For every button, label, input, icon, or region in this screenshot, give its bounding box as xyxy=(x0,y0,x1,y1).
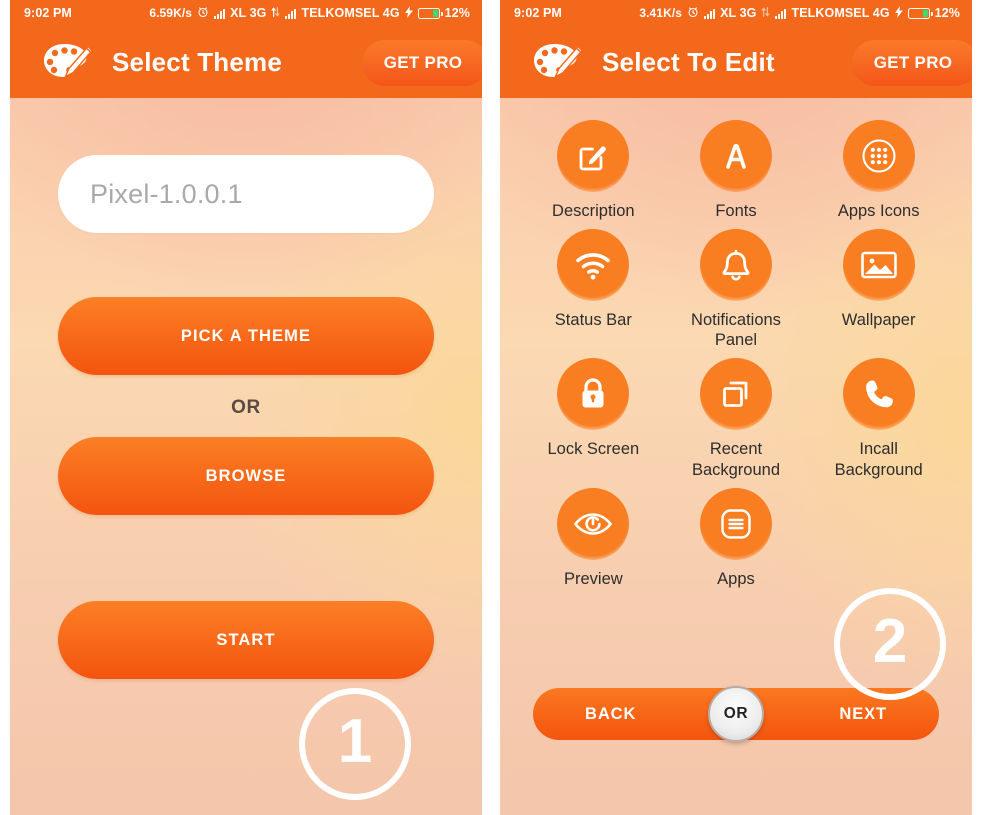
grid-item-label: Notifications Panel xyxy=(691,311,781,350)
get-pro-button[interactable]: GET PRO xyxy=(362,40,482,86)
theme-name-input[interactable]: Pixel-1.0.0.1 xyxy=(58,155,434,233)
lightning-bolt-icon xyxy=(404,5,413,21)
status-bar-sim1-label: XL 3G xyxy=(230,6,267,20)
status-bar-time: 9:02 PM xyxy=(514,6,562,20)
grid-item-label: Incall Background xyxy=(834,440,923,479)
status-bar-sim2-label: TELKOMSEL 4G xyxy=(791,6,890,20)
data-transfer-arrows-icon xyxy=(761,6,771,21)
grid-item-description[interactable]: Description xyxy=(522,120,665,221)
grid-item-label: Preview xyxy=(563,569,623,588)
data-transfer-arrows-icon xyxy=(271,6,281,21)
next-button[interactable]: NEXT xyxy=(839,705,887,724)
grid-item-status-bar[interactable]: Status Bar xyxy=(522,229,665,350)
battery-icon xyxy=(907,7,933,19)
screen-select-theme: 9:02 PM 6.59K/s XL 3G TELKOMSEL 4G 12% S… xyxy=(10,0,482,815)
edit-options-grid: Description Fonts Apps Icons Status Bar … xyxy=(500,98,972,597)
status-bar-sim1-label: XL 3G xyxy=(720,6,757,20)
grid-item-recent-background[interactable]: Recent Background xyxy=(665,358,808,479)
palette-icon xyxy=(532,42,584,82)
pick-a-theme-button[interactable]: PICK A THEME xyxy=(58,297,434,375)
grid-item-preview[interactable]: Preview xyxy=(522,487,665,589)
wifi-icon xyxy=(557,229,630,302)
or-knob-label: OR xyxy=(708,686,764,742)
get-pro-button[interactable]: GET PRO xyxy=(852,40,972,86)
phone-handset-icon xyxy=(842,358,915,431)
page-title: Select To Edit xyxy=(602,46,775,77)
app-drawer-grid-icon xyxy=(842,120,915,192)
app-header: Select Theme GET PRO xyxy=(10,26,482,98)
signal-bars-sim2-icon xyxy=(775,8,787,19)
status-bar-battery-percent: 12% xyxy=(444,6,470,20)
status-bar-time: 9:02 PM xyxy=(24,6,72,20)
signal-bars-sim2-icon xyxy=(285,8,297,19)
battery-icon xyxy=(417,7,443,19)
grid-item-label: Lock Screen xyxy=(547,440,640,459)
bell-icon xyxy=(699,229,772,302)
status-bar-battery-percent: 12% xyxy=(934,6,960,20)
grid-item-label: Fonts xyxy=(715,202,757,220)
app-header: Select To Edit GET PRO xyxy=(500,26,972,98)
browse-button[interactable]: BROWSE xyxy=(58,437,434,515)
edit-square-pencil-icon xyxy=(557,120,630,192)
step-badge-1-number: 1 xyxy=(337,707,373,776)
alarm-icon xyxy=(197,6,209,21)
lightning-bolt-icon xyxy=(894,5,903,21)
grid-item-label: Wallpaper xyxy=(841,311,916,330)
alarm-icon xyxy=(687,6,699,21)
back-button[interactable]: BACK xyxy=(585,705,636,724)
step-badge-2: 2 xyxy=(834,588,946,700)
grid-item-fonts[interactable]: Fonts xyxy=(665,120,808,221)
screenshot-stage: 9:02 PM 6.59K/s XL 3G TELKOMSEL 4G 12% S… xyxy=(0,0,982,815)
signal-bars-sim1-icon xyxy=(214,8,226,19)
grid-item-label: Apps Icons xyxy=(837,202,920,220)
grid-item-label: Status Bar xyxy=(554,311,632,330)
status-bar-network-speed: 6.59K/s xyxy=(149,6,193,20)
page-title: Select Theme xyxy=(112,46,283,77)
grid-item-apps-icons[interactable]: Apps Icons xyxy=(807,120,950,221)
status-bar: 9:02 PM 3.41K/s XL 3G TELKOMSEL 4G 12% xyxy=(500,0,972,26)
grid-item-label: Apps xyxy=(717,569,755,588)
rounded-square-lines-icon xyxy=(699,487,772,560)
grid-item-lock-screen[interactable]: Lock Screen xyxy=(522,358,665,479)
image-photo-icon xyxy=(842,229,915,302)
grid-item-notifications-panel[interactable]: Notifications Panel xyxy=(665,229,808,350)
theme-form: Pixel-1.0.0.1 PICK A THEME OR BROWSE STA… xyxy=(10,155,482,679)
copy-windows-icon xyxy=(699,358,772,431)
signal-bars-sim1-icon xyxy=(704,8,716,19)
lock-icon xyxy=(557,358,630,431)
grid-item-label: Description xyxy=(552,202,635,220)
palette-icon xyxy=(42,42,94,82)
status-bar-network-speed: 3.41K/s xyxy=(639,6,683,20)
or-separator-label: OR xyxy=(231,397,261,418)
status-bar-sim2-label: TELKOMSEL 4G xyxy=(301,6,400,20)
grid-item-apps[interactable]: Apps xyxy=(665,487,808,589)
letter-a-icon xyxy=(699,120,772,192)
start-button[interactable]: START xyxy=(58,601,434,679)
status-bar: 9:02 PM 6.59K/s XL 3G TELKOMSEL 4G 12% xyxy=(10,0,482,26)
step-badge-2-number: 2 xyxy=(872,607,908,676)
grid-item-wallpaper[interactable]: Wallpaper xyxy=(807,229,950,350)
eye-icon xyxy=(557,487,630,560)
grid-item-label: Recent Background xyxy=(691,440,781,479)
grid-item-incall-background[interactable]: Incall Background xyxy=(807,358,950,479)
step-badge-1: 1 xyxy=(299,688,411,800)
